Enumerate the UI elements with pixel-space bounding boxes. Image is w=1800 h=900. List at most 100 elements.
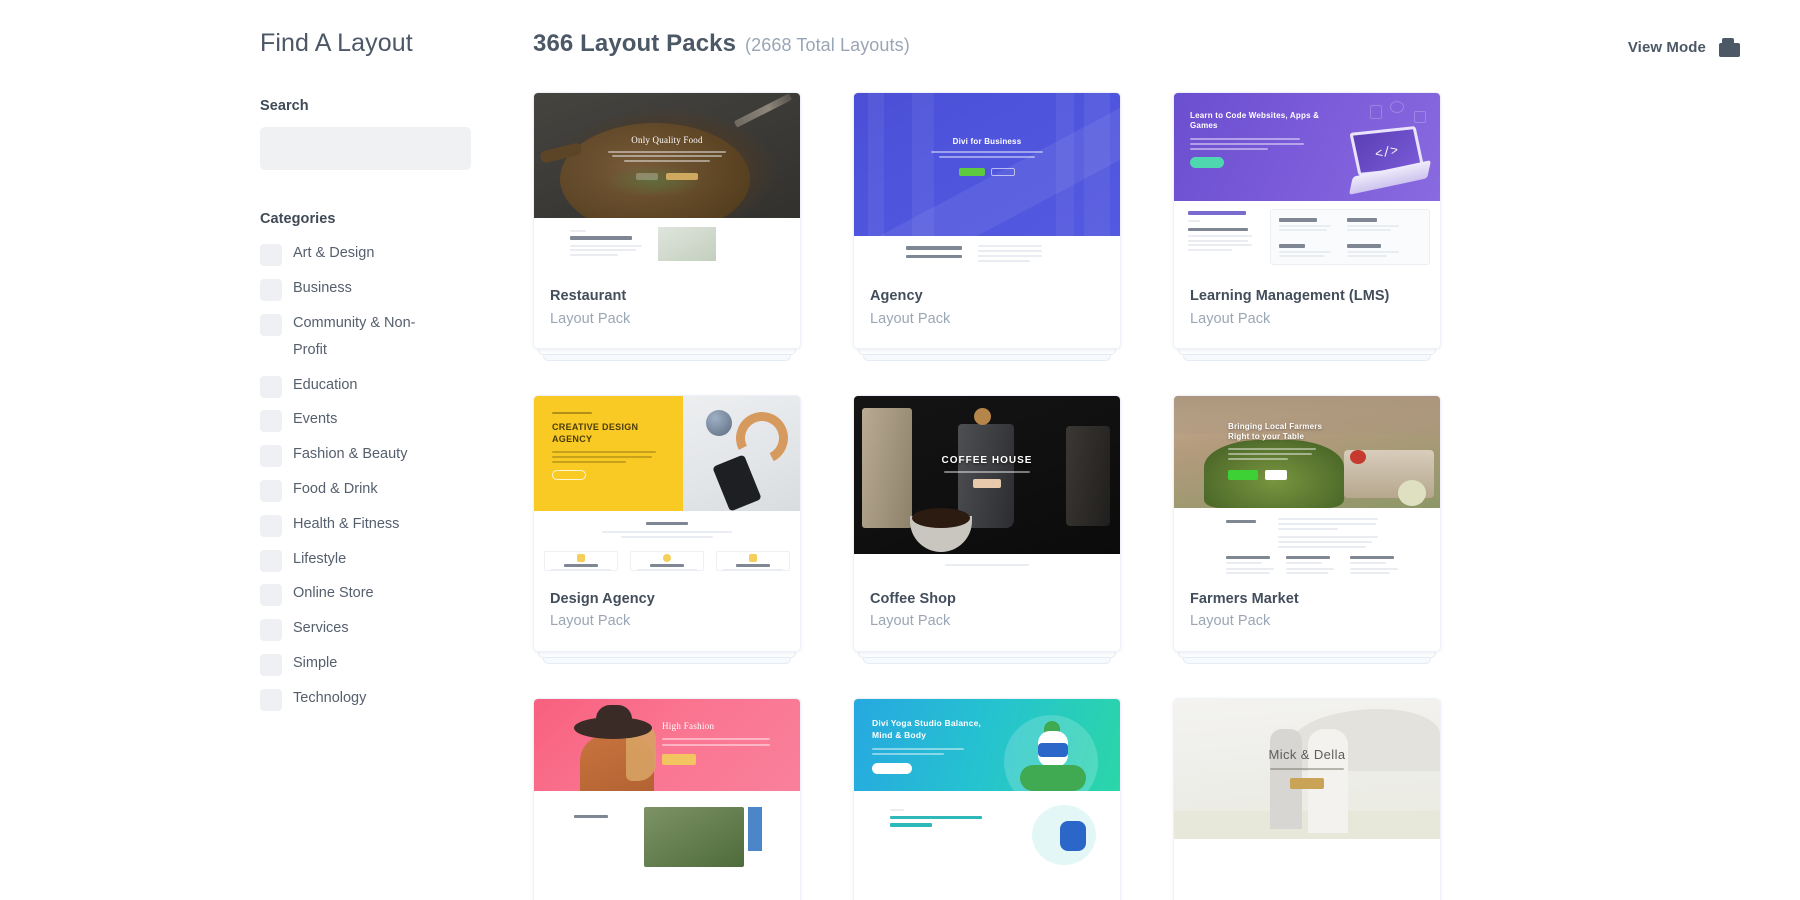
card-subtitle: Layout Pack <box>550 310 631 327</box>
layout-pack-card-lms[interactable]: </> Learn to Code Websites, Apps & Games <box>1173 92 1441 361</box>
card-title: Agency <box>870 288 923 304</box>
decorative-icon <box>1390 101 1404 113</box>
view-mode-toggle[interactable]: View Mode <box>1628 38 1740 57</box>
card[interactable]: CREATIVE DESIGN AGENCY Design Agency Lay… <box>533 394 801 652</box>
category-item-services[interactable]: Services <box>260 618 475 642</box>
layout-pack-card-farmers-market[interactable]: Bringing Local Farmers Right to your Tab… <box>1173 394 1441 664</box>
preview-body <box>1174 838 1440 879</box>
category-label: Online Store <box>293 585 374 602</box>
market-column <box>1350 555 1398 575</box>
melon-shape <box>1398 479 1426 506</box>
checkbox-icon[interactable] <box>260 479 282 502</box>
category-label: Technology <box>293 689 367 706</box>
body-text-column <box>1188 211 1254 251</box>
card[interactable]: </> Learn to Code Websites, Apps & Games <box>1173 92 1441 349</box>
category-item-art-design[interactable]: Art & Design <box>260 243 475 267</box>
category-item-food-drink[interactable]: Food & Drink <box>260 479 475 503</box>
card-preview: Divi Yoga Studio Balance, Mind & Body <box>854 698 1120 879</box>
preview-body <box>854 236 1120 273</box>
hero-button-secondary <box>872 763 912 775</box>
hero-button-outline <box>636 172 659 180</box>
body-accent-bar <box>748 806 762 851</box>
layout-pack-card-restaurant[interactable]: Only Quality Food Restaurant Layout Pack <box>533 92 801 361</box>
category-label: Art & Design <box>293 245 375 262</box>
card-stack-layer <box>543 656 791 664</box>
category-item-simple[interactable]: Simple <box>260 653 475 677</box>
card-stack-layer <box>863 656 1111 664</box>
body-text-column <box>890 808 994 827</box>
checkbox-icon[interactable] <box>260 445 282 468</box>
category-item-technology[interactable]: Technology <box>260 688 475 712</box>
category-item-health-fitness[interactable]: Health & Fitness <box>260 514 475 538</box>
checkbox-icon[interactable] <box>260 688 282 711</box>
hero-heading: COFFEE HOUSE <box>941 454 1033 466</box>
checkbox-icon[interactable] <box>260 279 282 302</box>
category-list: Art & Design Business Community & Non-Pr… <box>260 243 475 711</box>
checkbox-icon[interactable] <box>260 654 282 676</box>
category-item-community-non-profit[interactable]: Community & Non-Profit <box>260 313 475 364</box>
coffee-beans-shape <box>912 507 970 528</box>
card-preview: Bringing Local Farmers Right to your Tab… <box>1174 395 1440 576</box>
search-input[interactable] <box>260 127 471 171</box>
layout-pack-card-coffee-shop[interactable]: COFFEE HOUSE Coffee Shop Layout Pack <box>853 394 1121 664</box>
card-stack-layer <box>543 353 791 361</box>
hero-heading: Mick & Della <box>1268 746 1346 762</box>
hero-button-row <box>534 167 800 185</box>
hero-heading: Bringing Local Farmers Right to your Tab… <box>1228 421 1323 442</box>
hero-paragraph-skeleton <box>552 451 662 464</box>
layout-pack-grid: Only Quality Food Restaurant Layout Pack… <box>533 92 1453 900</box>
category-item-education[interactable]: Education <box>260 375 475 399</box>
card[interactable]: Only Quality Food Restaurant Layout Pack <box>533 92 801 349</box>
layout-pack-card-wedding[interactable]: Mick & Della <box>1173 697 1441 900</box>
card[interactable]: Divi for Business Agency Layout Pack <box>853 92 1121 349</box>
card[interactable]: Divi Yoga Studio Balance, Mind & Body <box>853 697 1121 900</box>
category-label: Events <box>293 411 338 428</box>
preview-body <box>534 218 800 273</box>
hero-heading: Only Quality Food <box>631 135 703 145</box>
checkbox-icon[interactable] <box>260 619 282 642</box>
grid-view-icon[interactable] <box>1719 38 1740 57</box>
hero-paragraph-skeleton <box>927 470 1047 473</box>
card-stack-layer <box>538 650 796 658</box>
hero-text-block: Learn to Code Websites, Apps & Games <box>1190 111 1320 173</box>
category-item-fashion-beauty[interactable]: Fashion & Beauty <box>260 444 475 468</box>
figure-legs-shape <box>1020 764 1086 791</box>
card-title: Restaurant <box>550 288 627 304</box>
category-item-lifestyle[interactable]: Lifestyle <box>260 549 475 573</box>
card-preview: Mick & Della <box>1174 698 1440 879</box>
layout-pack-count: 366 Layout Packs <box>533 30 737 57</box>
checkbox-icon[interactable] <box>260 375 282 398</box>
card-label <box>1174 879 1440 900</box>
body-text-column <box>906 246 962 258</box>
service-card <box>544 550 618 572</box>
category-item-online-store[interactable]: Online Store <box>260 583 475 607</box>
checkbox-icon[interactable] <box>260 549 282 572</box>
hero-text-block: Divi for Business <box>854 137 1120 181</box>
results-heading: 366 Layout Packs (2668 Total Layouts) <box>533 30 910 58</box>
hero-text-block: Only Quality Food <box>534 135 800 185</box>
hero-text-block: Bringing Local Farmers Right to your Tab… <box>1228 422 1338 485</box>
category-item-events[interactable]: Events <box>260 409 475 433</box>
decorative-icon <box>1414 111 1426 123</box>
page-title: Find A Layout <box>260 29 413 57</box>
checkbox-icon[interactable] <box>260 313 282 336</box>
card[interactable]: Bringing Local Farmers Right to your Tab… <box>1173 394 1441 652</box>
body-text-column <box>978 245 1042 262</box>
card[interactable]: Mick & Della <box>1173 697 1441 900</box>
card[interactable]: COFFEE HOUSE Coffee Shop Layout Pack <box>853 394 1121 652</box>
card-label: Restaurant Layout Pack <box>534 273 800 348</box>
checkbox-icon[interactable] <box>260 584 282 607</box>
checkbox-icon[interactable] <box>260 514 282 537</box>
checkbox-icon[interactable] <box>260 244 282 267</box>
category-label: Services <box>293 620 349 637</box>
course-item <box>1347 244 1405 257</box>
card-subtitle: Layout Pack <box>870 613 951 630</box>
layout-pack-card-design-agency[interactable]: CREATIVE DESIGN AGENCY Design Agency Lay… <box>533 394 801 664</box>
layout-pack-card-yoga-studio[interactable]: Divi Yoga Studio Balance, Mind & Body <box>853 697 1121 900</box>
card[interactable]: High Fashion <box>533 697 801 900</box>
layout-pack-card-agency[interactable]: Divi for Business Agency Layout Pack <box>853 92 1121 361</box>
layout-pack-card-high-fashion[interactable]: High Fashion <box>533 697 801 900</box>
checkbox-icon[interactable] <box>260 410 282 433</box>
category-item-business[interactable]: Business <box>260 278 475 302</box>
hero-paragraph-skeleton <box>607 150 727 162</box>
